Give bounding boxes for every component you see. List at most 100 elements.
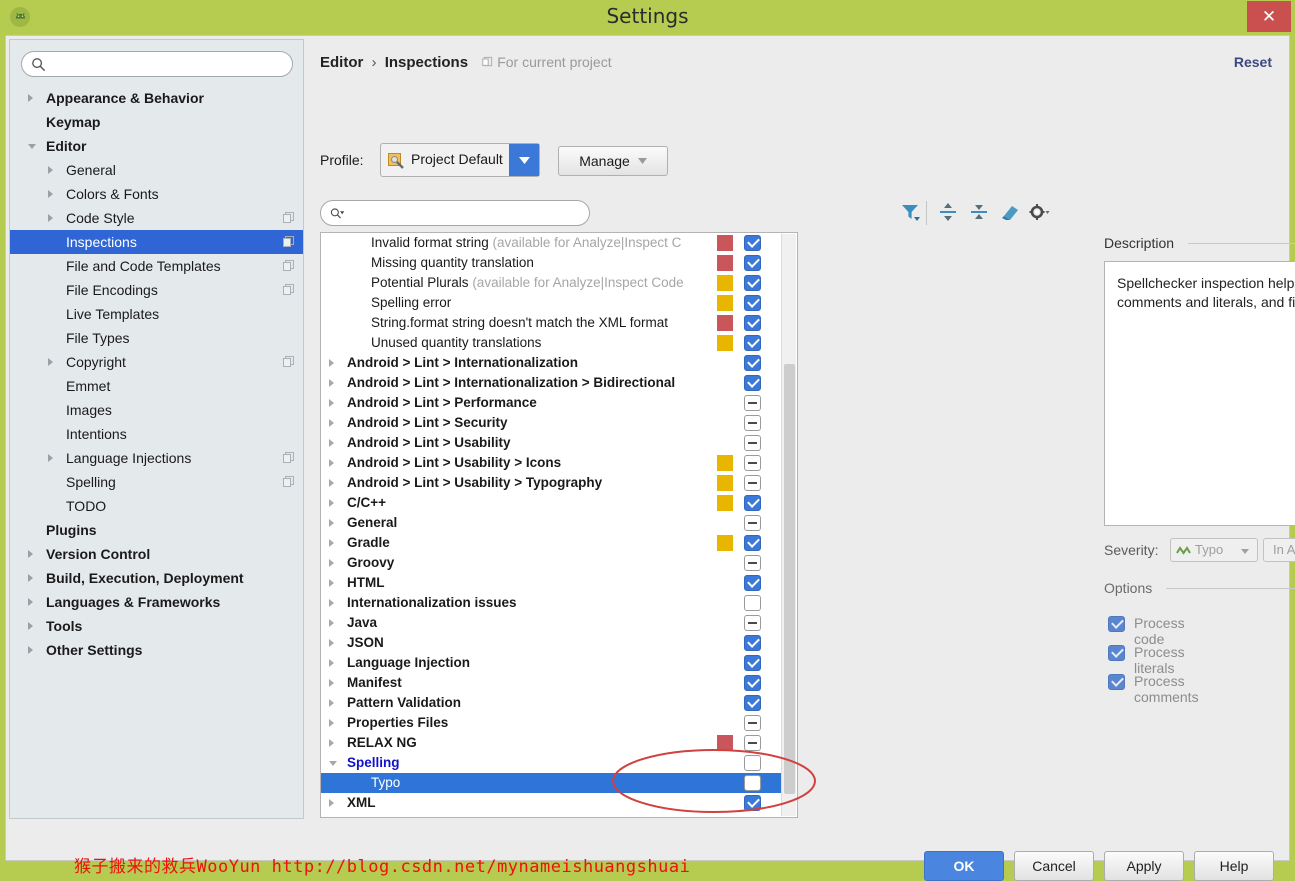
chevron-right-icon[interactable]	[329, 719, 334, 727]
severity-select[interactable]: Typo	[1170, 538, 1258, 562]
sidebar-item-language-injections[interactable]: Language Injections	[10, 446, 303, 470]
chevron-right-icon[interactable]	[329, 619, 334, 627]
copy-settings-icon[interactable]	[283, 260, 294, 271]
chevron-right-icon[interactable]	[329, 799, 334, 807]
copy-settings-icon[interactable]	[283, 452, 294, 463]
inspection-checkbox[interactable]	[744, 555, 761, 571]
search-input[interactable]	[50, 55, 286, 74]
chevron-right-icon[interactable]	[48, 454, 53, 462]
chevron-right-icon[interactable]	[329, 359, 334, 367]
chevron-right-icon[interactable]	[28, 574, 33, 582]
sidebar-item-inspections[interactable]: Inspections	[10, 230, 303, 254]
inspection-row[interactable]: Android > Lint > Security	[321, 413, 781, 433]
sidebar-item-tools[interactable]: Tools	[10, 614, 303, 638]
inspection-row[interactable]: Manifest	[321, 673, 781, 693]
chevron-right-icon[interactable]	[329, 459, 334, 467]
chevron-right-icon[interactable]	[329, 659, 334, 667]
sidebar-item-build-execution-deployment[interactable]: Build, Execution, Deployment	[10, 566, 303, 590]
collapse-all-icon[interactable]	[968, 202, 992, 224]
tree-scrollbar[interactable]	[781, 234, 796, 816]
tree-scrollbar-thumb[interactable]	[784, 364, 795, 794]
chevron-right-icon[interactable]	[329, 559, 334, 567]
inspection-checkbox[interactable]	[744, 695, 761, 711]
copy-settings-icon[interactable]	[283, 476, 294, 487]
inspection-checkbox[interactable]	[744, 775, 761, 791]
chevron-right-icon[interactable]	[329, 739, 334, 747]
inspection-row[interactable]: Android > Lint > Usability	[321, 433, 781, 453]
inspection-checkbox[interactable]	[744, 295, 761, 311]
inspection-checkbox[interactable]	[744, 475, 761, 491]
expand-all-icon[interactable]	[937, 202, 961, 224]
manage-button[interactable]: Manage	[558, 146, 668, 176]
inspection-checkbox[interactable]	[744, 655, 761, 671]
chevron-down-icon[interactable]	[329, 761, 337, 766]
chevron-right-icon[interactable]	[329, 539, 334, 547]
breadcrumb-root[interactable]: Editor	[320, 54, 363, 71]
chevron-right-icon[interactable]	[48, 214, 53, 222]
chevron-right-icon[interactable]	[28, 646, 33, 654]
sidebar-search[interactable]	[21, 51, 293, 77]
inspection-row[interactable]: Android > Lint > Internationalization	[321, 353, 781, 373]
chevron-right-icon[interactable]	[28, 598, 33, 606]
inspection-row[interactable]: String.format string doesn't match the X…	[321, 313, 781, 333]
sidebar-item-todo[interactable]: TODO	[10, 494, 303, 518]
inspection-row[interactable]: Android > Lint > Performance	[321, 393, 781, 413]
inspection-checkbox[interactable]	[744, 335, 761, 351]
sidebar-item-file-encodings[interactable]: File Encodings	[10, 278, 303, 302]
sidebar-item-live-templates[interactable]: Live Templates	[10, 302, 303, 326]
sidebar-item-images[interactable]: Images	[10, 398, 303, 422]
copy-settings-icon[interactable]	[283, 212, 294, 223]
inspection-checkbox[interactable]	[744, 755, 761, 771]
inspection-checkbox[interactable]	[744, 375, 761, 391]
scope-select[interactable]: In All Scopes	[1263, 538, 1295, 562]
inspection-row[interactable]: Spelling error	[321, 293, 781, 313]
inspection-checkbox[interactable]	[744, 635, 761, 651]
chevron-right-icon[interactable]	[329, 579, 334, 587]
reset-link[interactable]: Reset	[1234, 54, 1272, 70]
sidebar-item-emmet[interactable]: Emmet	[10, 374, 303, 398]
ok-button[interactable]: OK	[924, 851, 1004, 881]
chevron-right-icon[interactable]	[329, 599, 334, 607]
inspection-row[interactable]: RELAX NG	[321, 733, 781, 753]
chevron-right-icon[interactable]	[329, 519, 334, 527]
apply-button[interactable]: Apply	[1104, 851, 1184, 881]
option-checkbox[interactable]	[1108, 645, 1125, 661]
option-checkbox[interactable]	[1108, 674, 1125, 690]
sidebar-item-intentions[interactable]: Intentions	[10, 422, 303, 446]
inspection-checkbox[interactable]	[744, 275, 761, 291]
inspections-tree[interactable]: Invalid format string (available for Ana…	[320, 232, 798, 818]
sidebar-item-editor[interactable]: Editor	[10, 134, 303, 158]
chevron-down-icon[interactable]	[28, 144, 36, 149]
inspection-row[interactable]: JSON	[321, 633, 781, 653]
chevron-right-icon[interactable]	[48, 190, 53, 198]
chevron-right-icon[interactable]	[329, 639, 334, 647]
chevron-right-icon[interactable]	[329, 379, 334, 387]
inspection-row[interactable]: Gradle	[321, 533, 781, 553]
chevron-right-icon[interactable]	[28, 622, 33, 630]
inspection-row[interactable]: General	[321, 513, 781, 533]
inspection-row[interactable]: Pattern Validation	[321, 693, 781, 713]
sidebar-item-general[interactable]: General	[10, 158, 303, 182]
inspection-row[interactable]: Typo	[321, 773, 781, 793]
inspection-row[interactable]: Spelling	[321, 753, 781, 773]
inspection-row[interactable]: Android > Lint > Usability > Typography	[321, 473, 781, 493]
inspection-row[interactable]: Missing quantity translation	[321, 253, 781, 273]
inspection-row[interactable]: C/C++	[321, 493, 781, 513]
profile-select[interactable]: Project Default	[380, 143, 540, 177]
copy-settings-icon[interactable]	[283, 356, 294, 367]
sidebar-item-copyright[interactable]: Copyright	[10, 350, 303, 374]
sidebar-item-other-settings[interactable]: Other Settings	[10, 638, 303, 662]
cancel-button[interactable]: Cancel	[1014, 851, 1094, 881]
filter-input[interactable]	[353, 204, 583, 223]
inspection-row[interactable]: Groovy	[321, 553, 781, 573]
chevron-down-icon[interactable]	[509, 144, 539, 176]
inspection-checkbox[interactable]	[744, 715, 761, 731]
inspection-row[interactable]: Internationalization issues	[321, 593, 781, 613]
option-checkbox[interactable]	[1108, 616, 1125, 632]
inspection-checkbox[interactable]	[744, 355, 761, 371]
sidebar-item-plugins[interactable]: Plugins	[10, 518, 303, 542]
inspection-row[interactable]: Android > Lint > Internationalization > …	[321, 373, 781, 393]
chevron-right-icon[interactable]	[329, 479, 334, 487]
chevron-right-icon[interactable]	[329, 499, 334, 507]
inspection-checkbox[interactable]	[744, 735, 761, 751]
